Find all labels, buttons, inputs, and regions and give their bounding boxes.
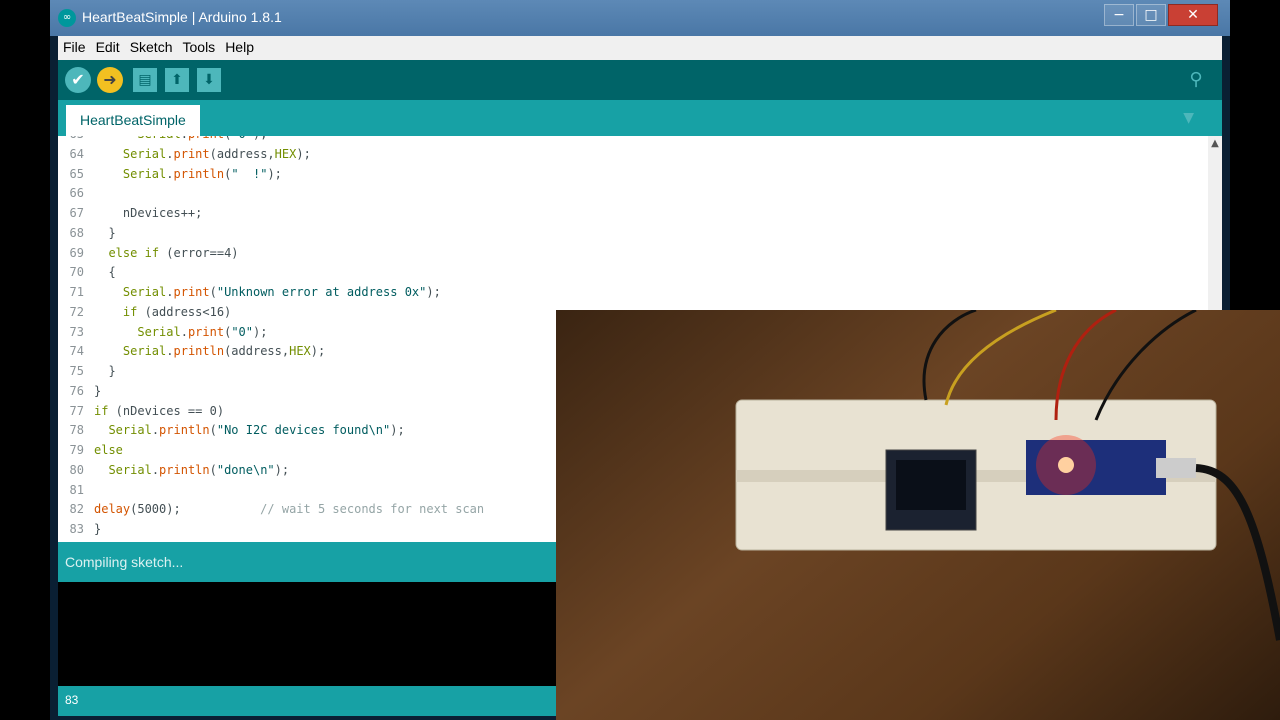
code-text[interactable]: delay(5000); // wait 5 seconds for next … [94,499,484,519]
line-number: 82 [69,502,84,517]
menu-sketch[interactable]: Sketch [125,36,178,58]
new-sketch-button[interactable]: ▤ [133,68,157,92]
scroll-up-icon[interactable]: ▲ [1208,138,1222,152]
menu-tools[interactable]: Tools [178,36,221,58]
document-icon: ▤ [138,72,152,88]
tab-bar: HeartBeatSimple ▼ [58,100,1222,136]
arrow-right-icon: ➜ [103,70,117,89]
arduino-logo-icon: ∞ [58,9,76,27]
code-text[interactable]: Serial.println("done\n"); [94,460,289,480]
close-button[interactable]: ✕ [1168,4,1218,26]
current-line-number: 83 [65,693,79,707]
code-line[interactable]: 64 Serial.print(address,HEX); [58,144,1198,164]
code-text[interactable]: Serial.print(address,HEX); [94,144,311,164]
line-number: 78 [69,423,84,438]
line-number: 65 [69,166,84,181]
upload-button[interactable]: ➜ [97,67,123,93]
line-number: 75 [69,364,84,378]
title-bar: ∞ HeartBeatSimple | Arduino 1.8.1 − □ ✕ [50,0,1230,36]
code-text[interactable]: Serial.println("No I2C devices found\n")… [94,420,404,440]
line-number: 72 [69,304,84,319]
verify-button[interactable]: ✔ [65,67,91,93]
code-text[interactable]: } [94,361,115,381]
code-text[interactable]: { [94,262,115,282]
line-number: 64 [69,146,84,161]
arrow-up-icon: ⬆ [171,72,183,88]
line-number: 74 [69,344,84,359]
line-number: 77 [69,403,84,418]
line-number: 76 [69,383,84,398]
line-number: 80 [69,462,84,477]
magnifier-icon: ⚲ [1189,69,1203,90]
open-button[interactable]: ⬆ [165,68,189,92]
line-number: 66 [69,186,84,201]
line-number: 69 [69,245,84,260]
menu-bar: File Edit Sketch Tools Help [58,36,1222,60]
code-text[interactable]: Serial.print("Unknown error at address 0… [94,282,441,302]
menu-file[interactable]: File [58,36,91,58]
code-line[interactable]: 66 [58,183,1198,203]
code-text[interactable]: } [94,519,101,539]
line-number: 79 [69,443,84,457]
code-text[interactable]: Serial.println(" !"); [94,164,282,184]
code-line[interactable]: 70 { [58,262,1198,282]
code-line[interactable]: 69 else if (error==4) [58,243,1198,263]
save-button[interactable]: ⬇ [197,68,221,92]
code-text[interactable]: Serial.println(address,HEX); [94,341,325,361]
code-text[interactable]: Serial.print("0"); [94,322,267,342]
code-text[interactable]: else if (error==4) [94,243,238,263]
code-line[interactable]: 71 Serial.print("Unknown error at addres… [58,282,1198,302]
line-number: 68 [69,225,84,240]
tab-menu-chevron-down-icon[interactable]: ▼ [1183,110,1194,126]
checkmark-icon: ✔ [71,70,85,89]
status-message: Compiling sketch... [65,554,184,570]
code-text[interactable]: nDevices++; [94,203,202,223]
code-line[interactable]: 65 Serial.println(" !"); [58,164,1198,184]
line-number: 70 [69,265,84,280]
menu-help[interactable]: Help [220,36,259,58]
code-text[interactable]: if (address<16) [94,302,231,322]
code-text[interactable]: } [94,223,115,243]
minimize-button[interactable]: − [1104,4,1134,26]
code-text[interactable]: } [94,381,101,401]
window-title: HeartBeatSimple | Arduino 1.8.1 [82,9,282,25]
breadboard-photo-overlay [556,310,1280,720]
line-number: 71 [69,285,84,299]
code-line[interactable]: 67 nDevices++; [58,203,1198,223]
toolbar: ✔ ➜ ▤ ⬆ ⬇ ⚲ [58,60,1222,100]
line-number: 81 [69,482,84,497]
code-line[interactable]: 68 } [58,223,1198,243]
arrow-down-icon: ⬇ [203,72,215,88]
line-number: 83 [69,522,84,536]
code-text[interactable]: else [94,440,123,460]
menu-edit[interactable]: Edit [91,36,125,58]
line-number: 73 [69,324,84,339]
code-text[interactable]: if (nDevices == 0) [94,401,224,421]
line-number: 67 [69,206,84,220]
maximize-button[interactable]: □ [1136,4,1166,26]
tab-heartbeatsimple[interactable]: HeartBeatSimple [66,105,200,136]
serial-monitor-button[interactable]: ⚲ [1184,68,1208,92]
